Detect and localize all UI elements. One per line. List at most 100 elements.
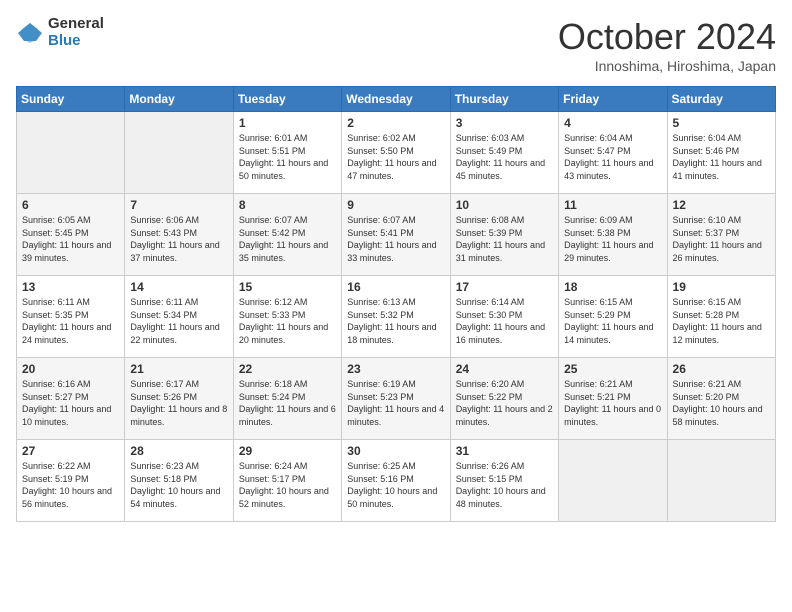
calendar-cell: 22Sunrise: 6:18 AMSunset: 5:24 PMDayligh…	[233, 358, 341, 440]
calendar-cell: 1 Sunrise: 6:01 AMSunset: 5:51 PMDaylight…	[233, 112, 341, 194]
calendar-cell	[125, 112, 233, 194]
day-info: Sunrise: 6:01 AMSunset: 5:51 PMDaylight:…	[239, 132, 336, 182]
day-info: Sunrise: 6:04 AMSunset: 5:47 PMDaylight:…	[564, 132, 661, 182]
calendar-cell: 24 Sunrise: 6:20 AMSunset: 5:22 PMDayligh…	[450, 358, 558, 440]
calendar-cell: 2Sunrise: 6:02 AMSunset: 5:50 PMDaylight…	[342, 112, 450, 194]
day-header-saturday: Saturday	[667, 87, 775, 112]
calendar-cell: 20 Sunrise: 6:16 AMSunset: 5:27 PMDayligh…	[17, 358, 125, 440]
day-info: Sunrise: 6:21 AMSunset: 5:20 PMDaylight:…	[673, 378, 770, 428]
logo-icon	[16, 19, 44, 47]
day-number: 5	[673, 116, 770, 130]
day-number: 12	[673, 198, 770, 212]
calendar-cell: 21 Sunrise: 6:17 AMSunset: 5:26 PMDayligh…	[125, 358, 233, 440]
day-number: 27	[22, 444, 119, 458]
day-info: Sunrise: 6:07 AMSunset: 5:42 PMDaylight:…	[239, 214, 336, 264]
day-info: Sunrise: 6:11 AMSunset: 5:34 PMDaylight:…	[130, 296, 227, 346]
day-number: 30	[347, 444, 444, 458]
day-number: 29	[239, 444, 336, 458]
day-number: 25	[564, 362, 661, 376]
day-number: 11	[564, 198, 661, 212]
day-info: Sunrise: 6:06 AMSunset: 5:43 PMDaylight:…	[130, 214, 227, 264]
calendar-cell: 5 Sunrise: 6:04 AMSunset: 5:46 PMDaylight…	[667, 112, 775, 194]
day-info: Sunrise: 6:19 AMSunset: 5:23 PMDaylight:…	[347, 378, 444, 428]
calendar-cell: 8 Sunrise: 6:07 AMSunset: 5:42 PMDaylight…	[233, 194, 341, 276]
calendar-cell: 19Sunrise: 6:15 AMSunset: 5:28 PMDayligh…	[667, 276, 775, 358]
calendar-cell: 26 Sunrise: 6:21 AMSunset: 5:20 PMDayligh…	[667, 358, 775, 440]
day-number: 24	[456, 362, 553, 376]
day-info: Sunrise: 6:07 AMSunset: 5:41 PMDaylight:…	[347, 214, 444, 264]
day-number: 18	[564, 280, 661, 294]
calendar-cell	[17, 112, 125, 194]
day-number: 4	[564, 116, 661, 130]
day-number: 21	[130, 362, 227, 376]
day-number: 31	[456, 444, 553, 458]
day-number: 14	[130, 280, 227, 294]
day-header-sunday: Sunday	[17, 87, 125, 112]
day-info: Sunrise: 6:23 AMSunset: 5:18 PMDaylight:…	[130, 460, 227, 510]
calendar-cell: 27 Sunrise: 6:22 AMSunset: 5:19 PMDayligh…	[17, 440, 125, 522]
day-info: Sunrise: 6:20 AMSunset: 5:22 PMDaylight:…	[456, 378, 553, 428]
day-info: Sunrise: 6:25 AMSunset: 5:16 PMDaylight:…	[347, 460, 444, 510]
day-number: 20	[22, 362, 119, 376]
day-info: Sunrise: 6:22 AMSunset: 5:19 PMDaylight:…	[22, 460, 119, 510]
day-number: 3	[456, 116, 553, 130]
calendar-cell: 16 Sunrise: 6:13 AMSunset: 5:32 PMDayligh…	[342, 276, 450, 358]
day-number: 16	[347, 280, 444, 294]
day-info: Sunrise: 6:15 AMSunset: 5:29 PMDaylight:…	[564, 296, 661, 346]
day-number: 10	[456, 198, 553, 212]
day-info: Sunrise: 6:14 AMSunset: 5:30 PMDaylight:…	[456, 296, 553, 346]
day-info: Sunrise: 6:16 AMSunset: 5:27 PMDaylight:…	[22, 378, 119, 428]
day-number: 17	[456, 280, 553, 294]
day-number: 13	[22, 280, 119, 294]
calendar-cell: 30 Sunrise: 6:25 AMSunset: 5:16 PMDayligh…	[342, 440, 450, 522]
calendar-cell: 6 Sunrise: 6:05 AMSunset: 5:45 PMDaylight…	[17, 194, 125, 276]
calendar-week-0: 1 Sunrise: 6:01 AMSunset: 5:51 PMDaylight…	[17, 112, 776, 194]
day-info: Sunrise: 6:04 AMSunset: 5:46 PMDaylight:…	[673, 132, 770, 182]
day-number: 23	[347, 362, 444, 376]
day-number: 8	[239, 198, 336, 212]
day-info: Sunrise: 6:26 AMSunset: 5:15 PMDaylight:…	[456, 460, 553, 510]
calendar-cell: 7 Sunrise: 6:06 AMSunset: 5:43 PMDaylight…	[125, 194, 233, 276]
page-header: General Blue October 2024 Innoshima, Hir…	[16, 16, 776, 74]
calendar-cell: 10 Sunrise: 6:08 AMSunset: 5:39 PMDayligh…	[450, 194, 558, 276]
calendar-week-1: 6 Sunrise: 6:05 AMSunset: 5:45 PMDaylight…	[17, 194, 776, 276]
month-title: October 2024	[558, 16, 776, 58]
calendar-cell	[667, 440, 775, 522]
day-number: 22	[239, 362, 336, 376]
calendar-cell: 17 Sunrise: 6:14 AMSunset: 5:30 PMDayligh…	[450, 276, 558, 358]
logo: General Blue	[16, 16, 104, 49]
day-header-wednesday: Wednesday	[342, 87, 450, 112]
day-number: 2	[347, 116, 444, 130]
day-info: Sunrise: 6:05 AMSunset: 5:45 PMDaylight:…	[22, 214, 119, 264]
calendar-cell: 23 Sunrise: 6:19 AMSunset: 5:23 PMDayligh…	[342, 358, 450, 440]
logo-general: General	[48, 16, 104, 33]
calendar-cell: 12 Sunrise: 6:10 AMSunset: 5:37 PMDayligh…	[667, 194, 775, 276]
calendar-cell: 9Sunrise: 6:07 AMSunset: 5:41 PMDaylight…	[342, 194, 450, 276]
calendar-cell: 14 Sunrise: 6:11 AMSunset: 5:34 PMDayligh…	[125, 276, 233, 358]
day-info: Sunrise: 6:10 AMSunset: 5:37 PMDaylight:…	[673, 214, 770, 264]
day-number: 19	[673, 280, 770, 294]
day-info: Sunrise: 6:11 AMSunset: 5:35 PMDaylight:…	[22, 296, 119, 346]
day-info: Sunrise: 6:08 AMSunset: 5:39 PMDaylight:…	[456, 214, 553, 264]
day-number: 28	[130, 444, 227, 458]
day-number: 6	[22, 198, 119, 212]
day-info: Sunrise: 6:24 AMSunset: 5:17 PMDaylight:…	[239, 460, 336, 510]
calendar-cell: 4 Sunrise: 6:04 AMSunset: 5:47 PMDaylight…	[559, 112, 667, 194]
day-number: 7	[130, 198, 227, 212]
calendar-week-2: 13 Sunrise: 6:11 AMSunset: 5:35 PMDayligh…	[17, 276, 776, 358]
calendar-cell: 31 Sunrise: 6:26 AMSunset: 5:15 PMDayligh…	[450, 440, 558, 522]
day-info: Sunrise: 6:17 AMSunset: 5:26 PMDaylight:…	[130, 378, 227, 428]
day-number: 26	[673, 362, 770, 376]
calendar-table: SundayMondayTuesdayWednesdayThursdayFrid…	[16, 86, 776, 522]
calendar-cell: 18 Sunrise: 6:15 AMSunset: 5:29 PMDayligh…	[559, 276, 667, 358]
day-info: Sunrise: 6:21 AMSunset: 5:21 PMDaylight:…	[564, 378, 661, 428]
calendar-week-4: 27 Sunrise: 6:22 AMSunset: 5:19 PMDayligh…	[17, 440, 776, 522]
day-number: 15	[239, 280, 336, 294]
calendar-cell: 11Sunrise: 6:09 AMSunset: 5:38 PMDayligh…	[559, 194, 667, 276]
calendar-cell	[559, 440, 667, 522]
day-info: Sunrise: 6:13 AMSunset: 5:32 PMDaylight:…	[347, 296, 444, 346]
logo-blue: Blue	[48, 33, 104, 50]
day-number: 1	[239, 116, 336, 130]
calendar-cell: 3 Sunrise: 6:03 AMSunset: 5:49 PMDaylight…	[450, 112, 558, 194]
day-info: Sunrise: 6:03 AMSunset: 5:49 PMDaylight:…	[456, 132, 553, 182]
